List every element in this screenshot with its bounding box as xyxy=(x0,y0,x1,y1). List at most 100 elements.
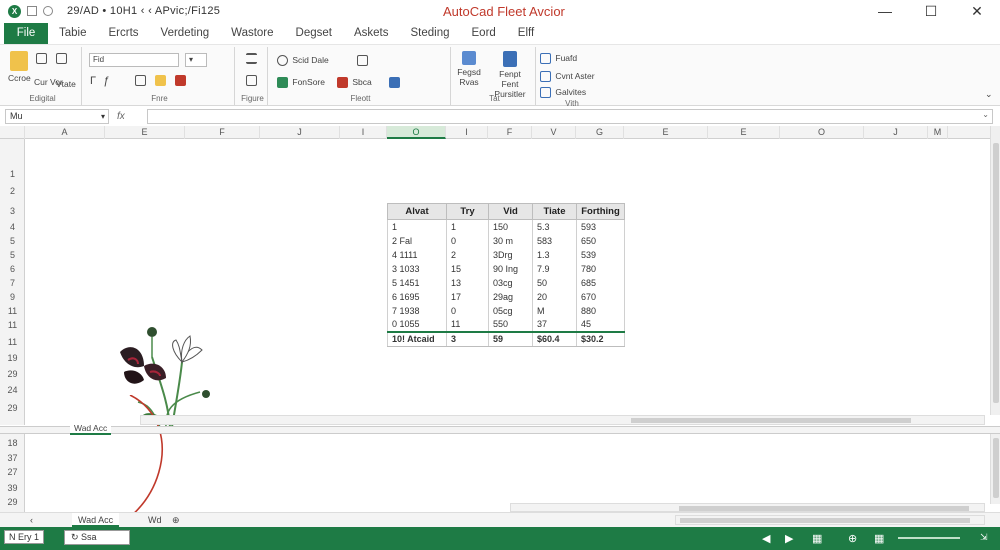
table-header-cell[interactable]: Forthing xyxy=(576,203,625,220)
tab-eord[interactable]: Eord xyxy=(461,23,507,44)
vertical-scrollbar-bottom[interactable] xyxy=(990,434,1000,504)
tab-events[interactable]: Ercrts xyxy=(98,23,150,44)
table-total-cell[interactable]: 59 xyxy=(488,330,533,347)
view-normal-icon[interactable]: ◀ xyxy=(762,532,770,545)
column-header[interactable]: O xyxy=(780,126,864,139)
row-header[interactable]: 39 xyxy=(0,481,25,495)
table-cell[interactable]: 11 xyxy=(446,317,489,332)
table-cell[interactable]: 3 1033 xyxy=(387,261,447,276)
row-header[interactable]: 6 xyxy=(0,262,25,276)
table-cell[interactable]: 0 xyxy=(446,233,489,248)
table-total-cell[interactable]: $30.2 xyxy=(576,330,625,347)
align-left-icon[interactable] xyxy=(246,53,259,65)
row-header[interactable]: 29 xyxy=(0,495,25,509)
zoom-slider[interactable] xyxy=(898,537,960,539)
table-cell[interactable]: 2 xyxy=(446,247,489,262)
copy-button[interactable] xyxy=(56,53,69,65)
tab-askets[interactable]: Askets xyxy=(343,23,400,44)
sheet-nav-prev-icon[interactable]: ‹ xyxy=(30,513,33,527)
function-icon[interactable]: fx xyxy=(117,111,147,122)
row-header[interactable]: 9 xyxy=(0,290,25,304)
scroll-thumb[interactable] xyxy=(993,143,999,403)
table-cell[interactable]: 1 xyxy=(446,219,489,234)
grid-view-icon[interactable]: ▦ xyxy=(874,532,884,545)
fill-button[interactable]: Fuafd xyxy=(540,53,577,65)
column-header[interactable]: J xyxy=(864,126,928,139)
table-cell[interactable]: 90 Ing xyxy=(488,261,533,276)
horizontal-scrollbar-top[interactable] xyxy=(140,415,985,425)
table-cell[interactable]: 20 xyxy=(532,289,577,304)
scroll-thumb[interactable] xyxy=(679,506,969,511)
table-header-cell[interactable]: Alvat xyxy=(387,203,447,220)
table-header-cell[interactable]: Vid xyxy=(488,203,533,220)
table-cell[interactable]: 1 xyxy=(387,219,447,234)
table-total-cell[interactable]: 3 xyxy=(446,330,489,347)
name-box[interactable]: Mu ▾ xyxy=(5,108,109,124)
column-header[interactable]: I xyxy=(340,126,387,139)
fill-color-icon[interactable] xyxy=(155,75,168,87)
sort-date-button[interactable]: Scid Dale xyxy=(277,55,329,67)
paste-button[interactable]: Ccroe xyxy=(8,51,31,83)
table-cell[interactable]: 550 xyxy=(488,317,533,332)
row-header[interactable]: 4 xyxy=(0,220,25,234)
row-header[interactable]: 11 xyxy=(0,318,25,332)
row-header[interactable]: 11 xyxy=(0,335,25,349)
tab-steding[interactable]: Steding xyxy=(399,23,460,44)
column-header-selected[interactable]: O xyxy=(387,126,446,139)
table-cell[interactable]: 45 xyxy=(576,317,625,332)
table-cell[interactable]: 3Drg xyxy=(488,247,533,262)
column-header[interactable]: V xyxy=(532,126,576,139)
font-color-icon[interactable] xyxy=(175,75,188,87)
tab-verdeting[interactable]: Verdeting xyxy=(150,23,221,44)
column-header[interactable]: F xyxy=(185,126,260,139)
font-size-select[interactable]: ▾ xyxy=(185,53,207,67)
minimize-button[interactable]: — xyxy=(862,0,908,22)
row-header[interactable]: 19 xyxy=(0,351,25,365)
status-sheet-box[interactable]: ↻ Ssa xyxy=(64,530,130,545)
table-cell[interactable]: 650 xyxy=(576,233,625,248)
column-header[interactable]: E xyxy=(708,126,780,139)
table-cell[interactable]: 539 xyxy=(576,247,625,262)
table-total-cell[interactable]: 10! Atcaid xyxy=(387,330,447,347)
table-cell[interactable]: 593 xyxy=(576,219,625,234)
row-header[interactable]: 3 xyxy=(0,204,25,218)
select-all-corner[interactable] xyxy=(0,126,25,139)
font-name-select[interactable]: Fid xyxy=(89,53,179,67)
table-cell[interactable]: 29ag xyxy=(488,289,533,304)
sheet-hscroll[interactable] xyxy=(675,515,985,525)
clear-button[interactable]: Cvnt Aster xyxy=(540,71,595,83)
table-cell[interactable]: 880 xyxy=(576,303,625,318)
border-icon[interactable] xyxy=(135,75,148,87)
split-pane-divider[interactable] xyxy=(0,426,1000,434)
table-cell[interactable]: 37 xyxy=(532,317,577,332)
sheet-tab-active[interactable]: Wad Acc xyxy=(72,513,120,527)
table-cell[interactable]: 15 xyxy=(446,261,489,276)
row-header[interactable]: 11 xyxy=(0,304,25,318)
tab-table[interactable]: Tabie xyxy=(48,23,98,44)
format-button[interactable]: FonSore xyxy=(277,77,325,89)
formula-input[interactable]: ⌄ xyxy=(147,108,993,124)
table-cell[interactable]: 5 1451 xyxy=(387,275,447,290)
table-cell[interactable]: 7 1938 xyxy=(387,303,447,318)
table-cell[interactable]: 150 xyxy=(488,219,533,234)
view-layout-icon[interactable]: ▶ xyxy=(785,532,793,545)
table-cell[interactable]: 13 xyxy=(446,275,489,290)
table-cell[interactable]: M xyxy=(532,303,577,318)
vertical-scrollbar-top[interactable] xyxy=(990,139,1000,415)
row-header[interactable]: 29 xyxy=(0,367,25,381)
row-header[interactable]: 29 xyxy=(0,401,25,415)
row-header[interactable]: 5 xyxy=(0,248,25,262)
italic-button[interactable]: ƒ xyxy=(103,75,109,87)
close-button[interactable]: ✕ xyxy=(954,0,1000,22)
wrap-text-icon[interactable] xyxy=(246,75,259,87)
column-header[interactable]: E xyxy=(624,126,708,139)
table-header-cell[interactable]: Try xyxy=(446,203,489,220)
column-header[interactable]: G xyxy=(576,126,624,139)
undo-icon[interactable] xyxy=(43,6,53,16)
table-cell[interactable]: 583 xyxy=(532,233,577,248)
restore-button[interactable]: ☐ xyxy=(908,0,954,22)
table-cell[interactable]: 05cg xyxy=(488,303,533,318)
table-header-cell[interactable]: Tiate xyxy=(532,203,577,220)
table-cell[interactable]: 685 xyxy=(576,275,625,290)
table-cell[interactable]: 5.3 xyxy=(532,219,577,234)
